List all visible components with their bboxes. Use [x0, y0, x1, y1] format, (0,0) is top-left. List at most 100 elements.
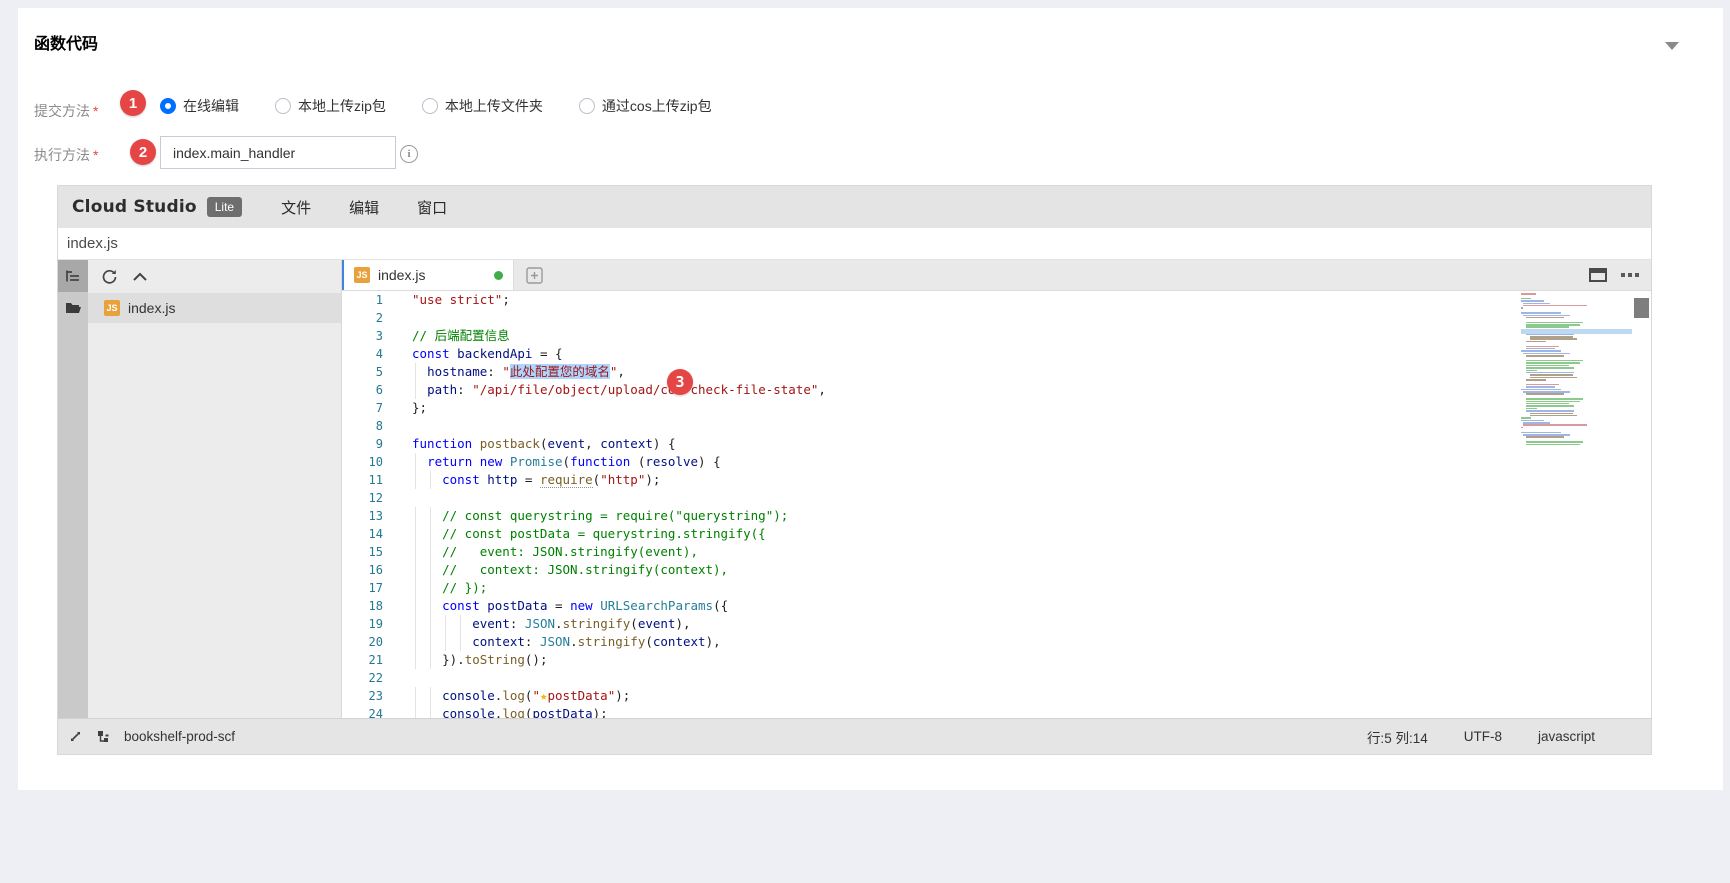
- info-icon[interactable]: i: [400, 145, 418, 163]
- code-line: 11 const http = require("http");: [342, 471, 1651, 489]
- tab-bar: JS index.js: [342, 260, 1651, 291]
- radio-circle-icon: [275, 98, 291, 114]
- file-item-indexjs[interactable]: JS index.js: [88, 293, 341, 323]
- function-code-card: 函数代码 提交方法* 1 在线编辑 本地上传zip包 本地上传文件夹 通过cos上传z…: [18, 8, 1723, 790]
- line-number: 24: [342, 705, 383, 718]
- line-number: 6: [342, 381, 383, 399]
- line-number: 15: [342, 543, 383, 561]
- code-line: 19 event: JSON.stringify(event),: [342, 615, 1651, 633]
- activity-bar: [58, 260, 88, 718]
- code-line: 9function postback(event, context) {: [342, 435, 1651, 453]
- file-explorer: JS index.js: [88, 260, 342, 718]
- folder-view-button[interactable]: [58, 292, 88, 324]
- code-line: 5 hostname: "此处配置您的域名",: [342, 363, 1651, 381]
- line-number: 22: [342, 669, 383, 687]
- cloud-studio-logo: Cloud Studio: [72, 197, 197, 217]
- page-title: 函数代码: [34, 30, 98, 54]
- radio-circle-icon: [422, 98, 438, 114]
- line-number: 21: [342, 651, 383, 669]
- code-editor-area[interactable]: 1"use strict";23// 后端配置信息4const backendA…: [342, 291, 1651, 718]
- code-line: 23 console.log("★postData");: [342, 687, 1651, 705]
- workspace-icon: [96, 730, 111, 744]
- refresh-icon[interactable]: [102, 269, 117, 284]
- code-line: 16 // context: JSON.stringify(context),: [342, 561, 1651, 579]
- line-number: 10: [342, 453, 383, 471]
- menu-item-2[interactable]: 窗口: [417, 197, 447, 218]
- line-number: 4: [342, 345, 383, 363]
- tab-label: index.js: [378, 267, 425, 283]
- ide-menubar: Cloud Studio Lite 文件 编辑 窗口: [58, 186, 1651, 228]
- code-line: 18 const postData = new URLSearchParams(…: [342, 597, 1651, 615]
- encoding[interactable]: UTF-8: [1464, 729, 1502, 744]
- code-line: 4const backendApi = {: [342, 345, 1651, 363]
- explorer-view-button[interactable]: [58, 260, 88, 292]
- line-number: 7: [342, 399, 383, 417]
- line-number: 14: [342, 525, 383, 543]
- cursor-position[interactable]: 行:5 列:14: [1367, 727, 1428, 747]
- file-label: index.js: [128, 300, 175, 316]
- radio-option-3[interactable]: 通过cos上传zip包: [579, 96, 712, 116]
- line-number: 8: [342, 417, 383, 435]
- line-number: 18: [342, 597, 383, 615]
- code-line: 6 path: "/api/file/object/upload/cos-che…: [342, 381, 1651, 399]
- radio-circle-icon: [160, 98, 176, 114]
- code-line: 12: [342, 489, 1651, 507]
- code-line: 10 return new Promise(function (resolve)…: [342, 453, 1651, 471]
- code-line: 2: [342, 309, 1651, 327]
- submit-method-label: 提交方法*: [34, 101, 98, 121]
- code-line: 24 console.log(postData);: [342, 705, 1651, 718]
- folder-icon: [65, 301, 82, 315]
- radio-option-2[interactable]: 本地上传文件夹: [422, 96, 543, 116]
- menu-item-1[interactable]: 编辑: [349, 197, 379, 218]
- new-tab-button[interactable]: [526, 267, 543, 284]
- radio-option-1[interactable]: 本地上传zip包: [275, 96, 386, 116]
- scrollbar-thumb[interactable]: [1634, 298, 1649, 318]
- status-bar: bookshelf-prod-scf 行:5 列:14 UTF-8 javasc…: [58, 718, 1651, 754]
- line-number: 2: [342, 309, 383, 327]
- code-line: 21 }).toString();: [342, 651, 1651, 669]
- required-mark: *: [93, 147, 98, 163]
- code-line: 14 // const postData = querystring.strin…: [342, 525, 1651, 543]
- list-tree-icon: [65, 268, 81, 284]
- code-line: 8: [342, 417, 1651, 435]
- cloud-studio-editor: Cloud Studio Lite 文件 编辑 窗口 index.js: [57, 185, 1652, 755]
- handler-input[interactable]: [160, 136, 396, 169]
- breadcrumb-row: index.js: [58, 228, 1651, 260]
- menu-item-0[interactable]: 文件: [281, 197, 311, 218]
- breadcrumb[interactable]: index.js: [67, 235, 118, 252]
- editor-scrollbar: [1632, 291, 1651, 718]
- line-number: 1: [342, 291, 383, 309]
- code-line: 22: [342, 669, 1651, 687]
- minimap[interactable]: [1521, 293, 1632, 446]
- code-line: 13 // const querystring = require("query…: [342, 507, 1651, 525]
- js-file-icon: JS: [104, 300, 120, 316]
- required-mark: *: [93, 103, 98, 119]
- handler-label: 执行方法*: [34, 145, 98, 165]
- collapse-folders-icon[interactable]: [133, 272, 147, 281]
- collapse-section-button[interactable]: [1665, 42, 1679, 50]
- submit-method-radio-group: 在线编辑 本地上传zip包 本地上传文件夹 通过cos上传zip包: [160, 92, 748, 120]
- line-number: 11: [342, 471, 383, 489]
- code-line: 7};: [342, 399, 1651, 417]
- tab-indexjs[interactable]: JS index.js: [342, 260, 514, 290]
- lite-badge: Lite: [207, 197, 242, 217]
- line-number: 20: [342, 633, 383, 651]
- line-number: 3: [342, 327, 383, 345]
- expand-editor-icon[interactable]: [68, 729, 83, 744]
- code-line: 17 // });: [342, 579, 1651, 597]
- line-number: 13: [342, 507, 383, 525]
- step-badge-3: 3: [667, 369, 693, 395]
- line-number: 16: [342, 561, 383, 579]
- js-file-icon: JS: [354, 267, 370, 283]
- menu-items: 文件 编辑 窗口: [281, 197, 485, 218]
- split-layout-icon[interactable]: [1589, 268, 1607, 282]
- line-number: 19: [342, 615, 383, 633]
- line-number: 12: [342, 489, 383, 507]
- line-number: 23: [342, 687, 383, 705]
- more-actions-icon[interactable]: [1621, 273, 1639, 277]
- line-number: 17: [342, 579, 383, 597]
- code-line: 20 context: JSON.stringify(context),: [342, 633, 1651, 651]
- radio-option-0[interactable]: 在线编辑: [160, 96, 239, 116]
- language-mode[interactable]: javascript: [1538, 729, 1595, 744]
- code-line: 1"use strict";: [342, 291, 1651, 309]
